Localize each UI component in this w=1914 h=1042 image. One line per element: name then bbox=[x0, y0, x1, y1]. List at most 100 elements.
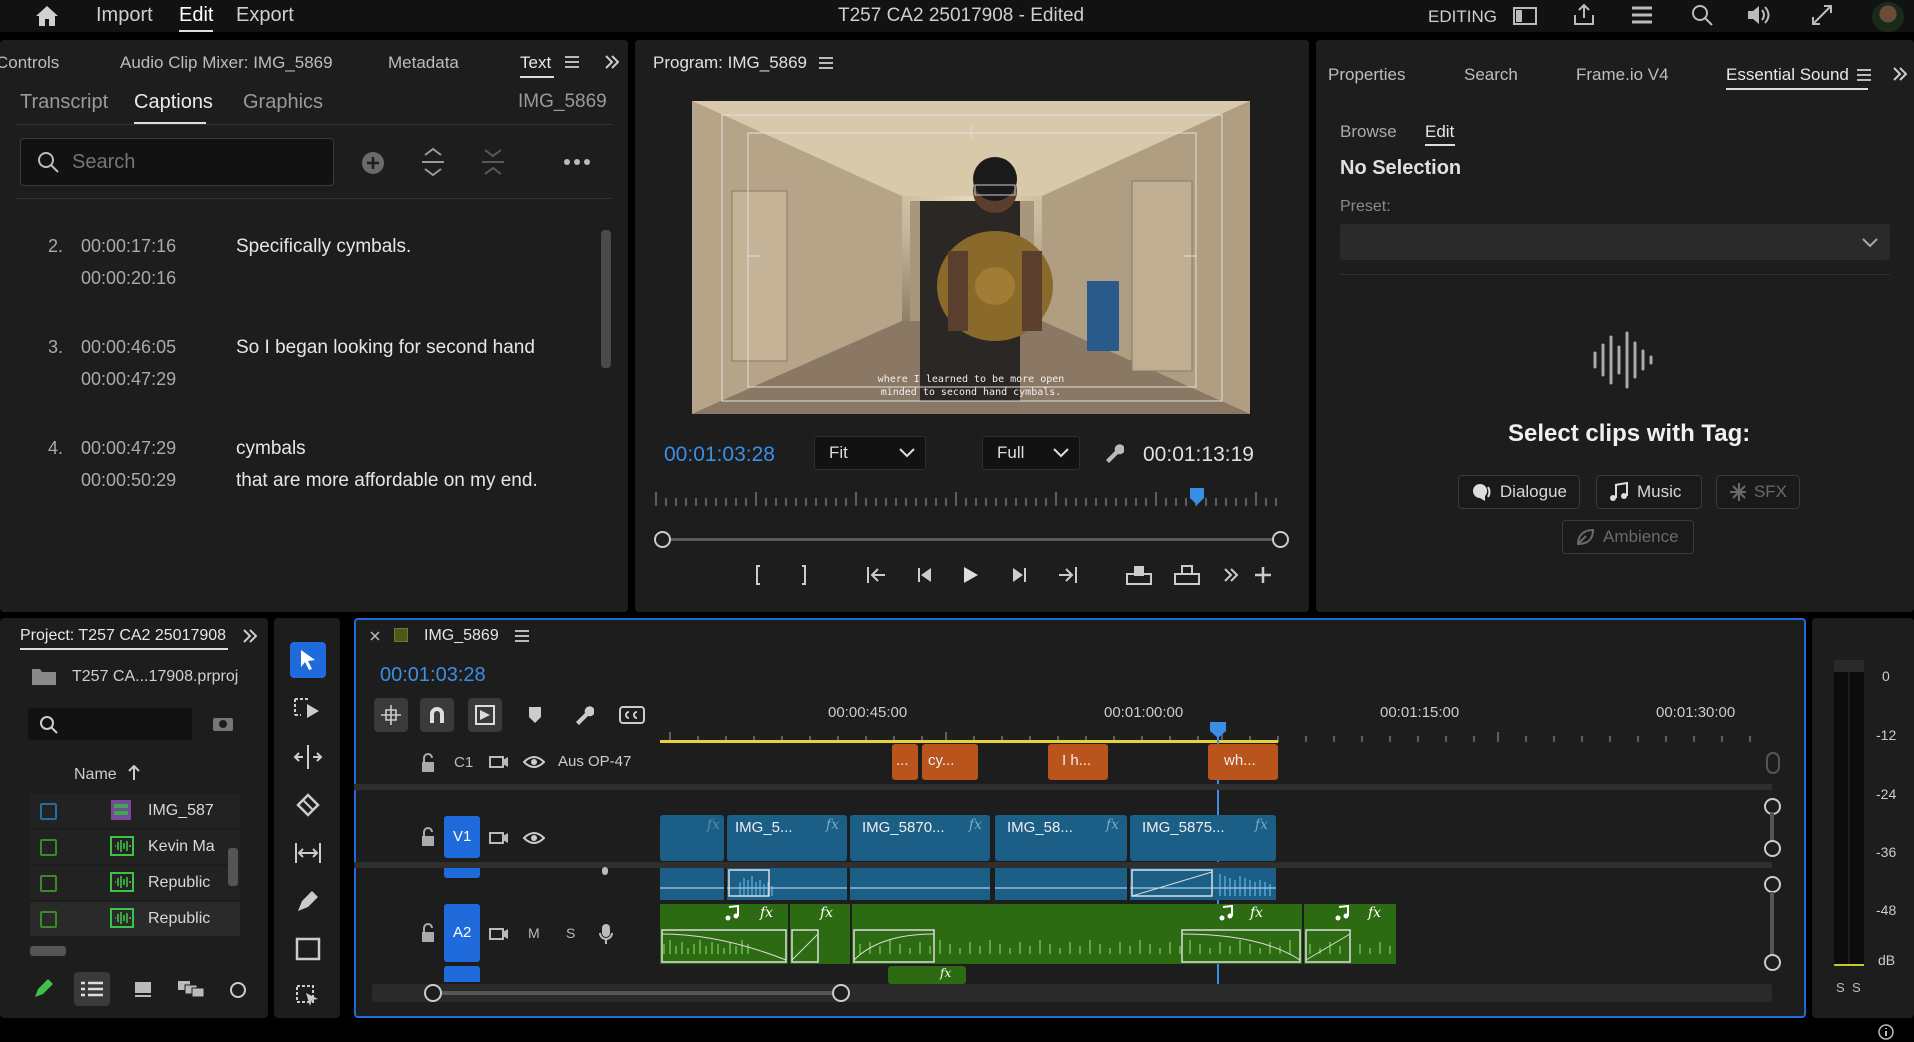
home-icon[interactable] bbox=[32, 2, 62, 30]
mic-icon[interactable] bbox=[596, 922, 616, 946]
program-playhead-timecode[interactable]: 00:01:03:28 bbox=[664, 443, 775, 467]
split-caption-icon[interactable] bbox=[418, 146, 448, 178]
caption-item[interactable]: 2. 00:00:17:16 00:00:20:16 Specifically … bbox=[0, 230, 590, 300]
step-back-icon[interactable] bbox=[912, 562, 938, 588]
tab-text[interactable]: Text bbox=[520, 53, 551, 73]
video-clip[interactable]: IMG_5... fx bbox=[727, 815, 847, 861]
settings-wrench-icon[interactable] bbox=[1100, 440, 1126, 466]
audio-track-scroll-bottom[interactable] bbox=[1764, 954, 1781, 971]
info-icon[interactable] bbox=[1876, 1022, 1896, 1042]
fx-icon[interactable]: fx bbox=[969, 817, 982, 833]
add-button-icon[interactable] bbox=[1252, 564, 1274, 586]
sync-lock-icon[interactable] bbox=[488, 924, 510, 944]
captions-cc-icon[interactable] bbox=[618, 702, 646, 728]
panel-overflow-icon[interactable] bbox=[602, 52, 622, 72]
panel-overflow-icon[interactable] bbox=[240, 626, 260, 646]
volume-icon[interactable] bbox=[1744, 2, 1772, 28]
sort-ascending-icon[interactable] bbox=[126, 764, 142, 782]
audio-clip[interactable]: fx bbox=[888, 966, 966, 984]
video-clip[interactable]: IMG_58... fx bbox=[995, 815, 1127, 861]
pencil-icon[interactable] bbox=[30, 976, 56, 1002]
panel-menu-icon[interactable] bbox=[564, 54, 580, 70]
caption-item[interactable]: 4. 00:00:47:29 00:00:50:29 cymbals that … bbox=[0, 432, 590, 502]
ripple-edit-tool-icon[interactable] bbox=[292, 742, 324, 772]
tab-properties[interactable]: Properties bbox=[1328, 65, 1405, 85]
merge-caption-icon[interactable] bbox=[478, 146, 508, 178]
list-item[interactable]: IMG_587 bbox=[30, 794, 240, 828]
icon-view-icon[interactable] bbox=[130, 976, 156, 1002]
hand-tool-icon[interactable] bbox=[292, 982, 324, 1012]
mark-out-icon[interactable] bbox=[792, 562, 812, 588]
sequence-tab-name[interactable]: IMG_5869 bbox=[424, 627, 499, 645]
timeline-zoom-handle-right[interactable] bbox=[832, 984, 850, 1002]
lock-icon[interactable] bbox=[418, 752, 438, 774]
fx-icon[interactable]: fx bbox=[1255, 817, 1268, 833]
video-track-scroll-bottom[interactable] bbox=[1764, 840, 1781, 857]
caption-item[interactable]: 3. 00:00:46:05 00:00:47:29 So I began lo… bbox=[0, 331, 590, 401]
avatar[interactable] bbox=[1872, 2, 1904, 32]
timeline-playhead-timecode[interactable]: 00:01:03:28 bbox=[380, 664, 486, 687]
playback-resolution-select[interactable]: Full bbox=[982, 436, 1080, 470]
subtab-browse[interactable]: Browse bbox=[1340, 122, 1397, 142]
meter-solo-right[interactable]: S bbox=[1852, 980, 1861, 995]
list-item[interactable]: Republic bbox=[30, 902, 240, 936]
sync-lock-icon[interactable] bbox=[488, 752, 510, 772]
list-view-icon[interactable] bbox=[74, 972, 110, 1006]
go-to-in-icon[interactable] bbox=[864, 562, 890, 588]
caption-in-time[interactable]: 00:00:46:05 bbox=[81, 337, 176, 358]
fx-icon[interactable]: fx bbox=[820, 905, 833, 921]
close-sequence-icon[interactable] bbox=[368, 628, 382, 644]
mic-icon[interactable] bbox=[596, 866, 614, 880]
linked-selection-icon[interactable] bbox=[468, 698, 502, 732]
tab-audio-clip-mixer[interactable]: Audio Clip Mixer: IMG_5869 bbox=[120, 53, 333, 73]
go-to-out-icon[interactable] bbox=[1054, 562, 1080, 588]
subtab-edit[interactable]: Edit bbox=[1425, 122, 1454, 142]
selection-tool-icon[interactable] bbox=[290, 642, 326, 678]
more-controls-icon[interactable] bbox=[1220, 564, 1242, 586]
share-icon[interactable] bbox=[1570, 2, 1598, 28]
track-target-a3[interactable] bbox=[444, 966, 480, 982]
zoom-bar-handle-left[interactable] bbox=[654, 531, 671, 548]
menu-edit[interactable]: Edit bbox=[179, 4, 213, 27]
add-caption-icon[interactable] bbox=[358, 148, 388, 178]
video-track-scroll-bar[interactable] bbox=[1770, 812, 1774, 842]
sequence-menu-icon[interactable] bbox=[514, 628, 530, 644]
caption-clip[interactable]: wh... bbox=[1208, 744, 1278, 780]
add-marker-icon[interactable] bbox=[524, 704, 546, 726]
caption-out-time[interactable]: 00:00:47:29 bbox=[81, 369, 176, 390]
slip-tool-icon[interactable] bbox=[292, 838, 324, 868]
quick-actions-icon[interactable] bbox=[1628, 2, 1656, 28]
fx-icon[interactable]: fx bbox=[1106, 817, 1119, 833]
tag-music-button[interactable]: Music bbox=[1596, 475, 1702, 509]
lift-icon[interactable] bbox=[1124, 562, 1154, 588]
track-target-a1[interactable] bbox=[444, 868, 480, 878]
fx-icon[interactable]: fx bbox=[760, 905, 773, 921]
fx-icon[interactable]: fx bbox=[707, 817, 720, 833]
lock-icon[interactable] bbox=[418, 922, 438, 944]
workspace-label[interactable]: EDITING bbox=[1428, 7, 1497, 27]
panel-overflow-icon[interactable] bbox=[1890, 64, 1910, 84]
program-video-frame[interactable]: where I learned to be more open minded t… bbox=[692, 101, 1250, 414]
video-clip[interactable]: IMG_5870... fx bbox=[850, 815, 990, 861]
workspace-icon[interactable] bbox=[1512, 4, 1538, 28]
list-item[interactable]: Kevin Ma bbox=[30, 830, 240, 864]
audio-track-scroll-top[interactable] bbox=[1764, 876, 1781, 893]
project-horizontal-scrollbar[interactable] bbox=[30, 946, 66, 956]
caption-clip[interactable]: cy... bbox=[922, 744, 978, 780]
program-menu-icon[interactable] bbox=[818, 55, 834, 71]
fx-icon[interactable]: fx bbox=[1368, 905, 1381, 921]
fullscreen-icon[interactable] bbox=[1808, 2, 1836, 28]
snap-magnet-icon[interactable] bbox=[420, 698, 454, 732]
subtab-transcript[interactable]: Transcript bbox=[20, 91, 108, 114]
zoom-bar-handle-right[interactable] bbox=[1272, 531, 1289, 548]
video-clip[interactable]: fx bbox=[660, 815, 724, 861]
find-icon[interactable] bbox=[210, 713, 236, 735]
caption-text-line2[interactable]: that are more affordable on my end. bbox=[236, 470, 538, 492]
extract-icon[interactable] bbox=[1172, 562, 1202, 588]
column-header-name[interactable]: Name bbox=[74, 766, 117, 784]
timeline-zoom-handle-left[interactable] bbox=[424, 984, 442, 1002]
mute-button[interactable]: M bbox=[528, 925, 540, 941]
play-icon[interactable] bbox=[958, 562, 984, 588]
tag-sfx-button[interactable]: SFX bbox=[1716, 475, 1800, 509]
caption-in-time[interactable]: 00:00:17:16 bbox=[81, 236, 176, 257]
